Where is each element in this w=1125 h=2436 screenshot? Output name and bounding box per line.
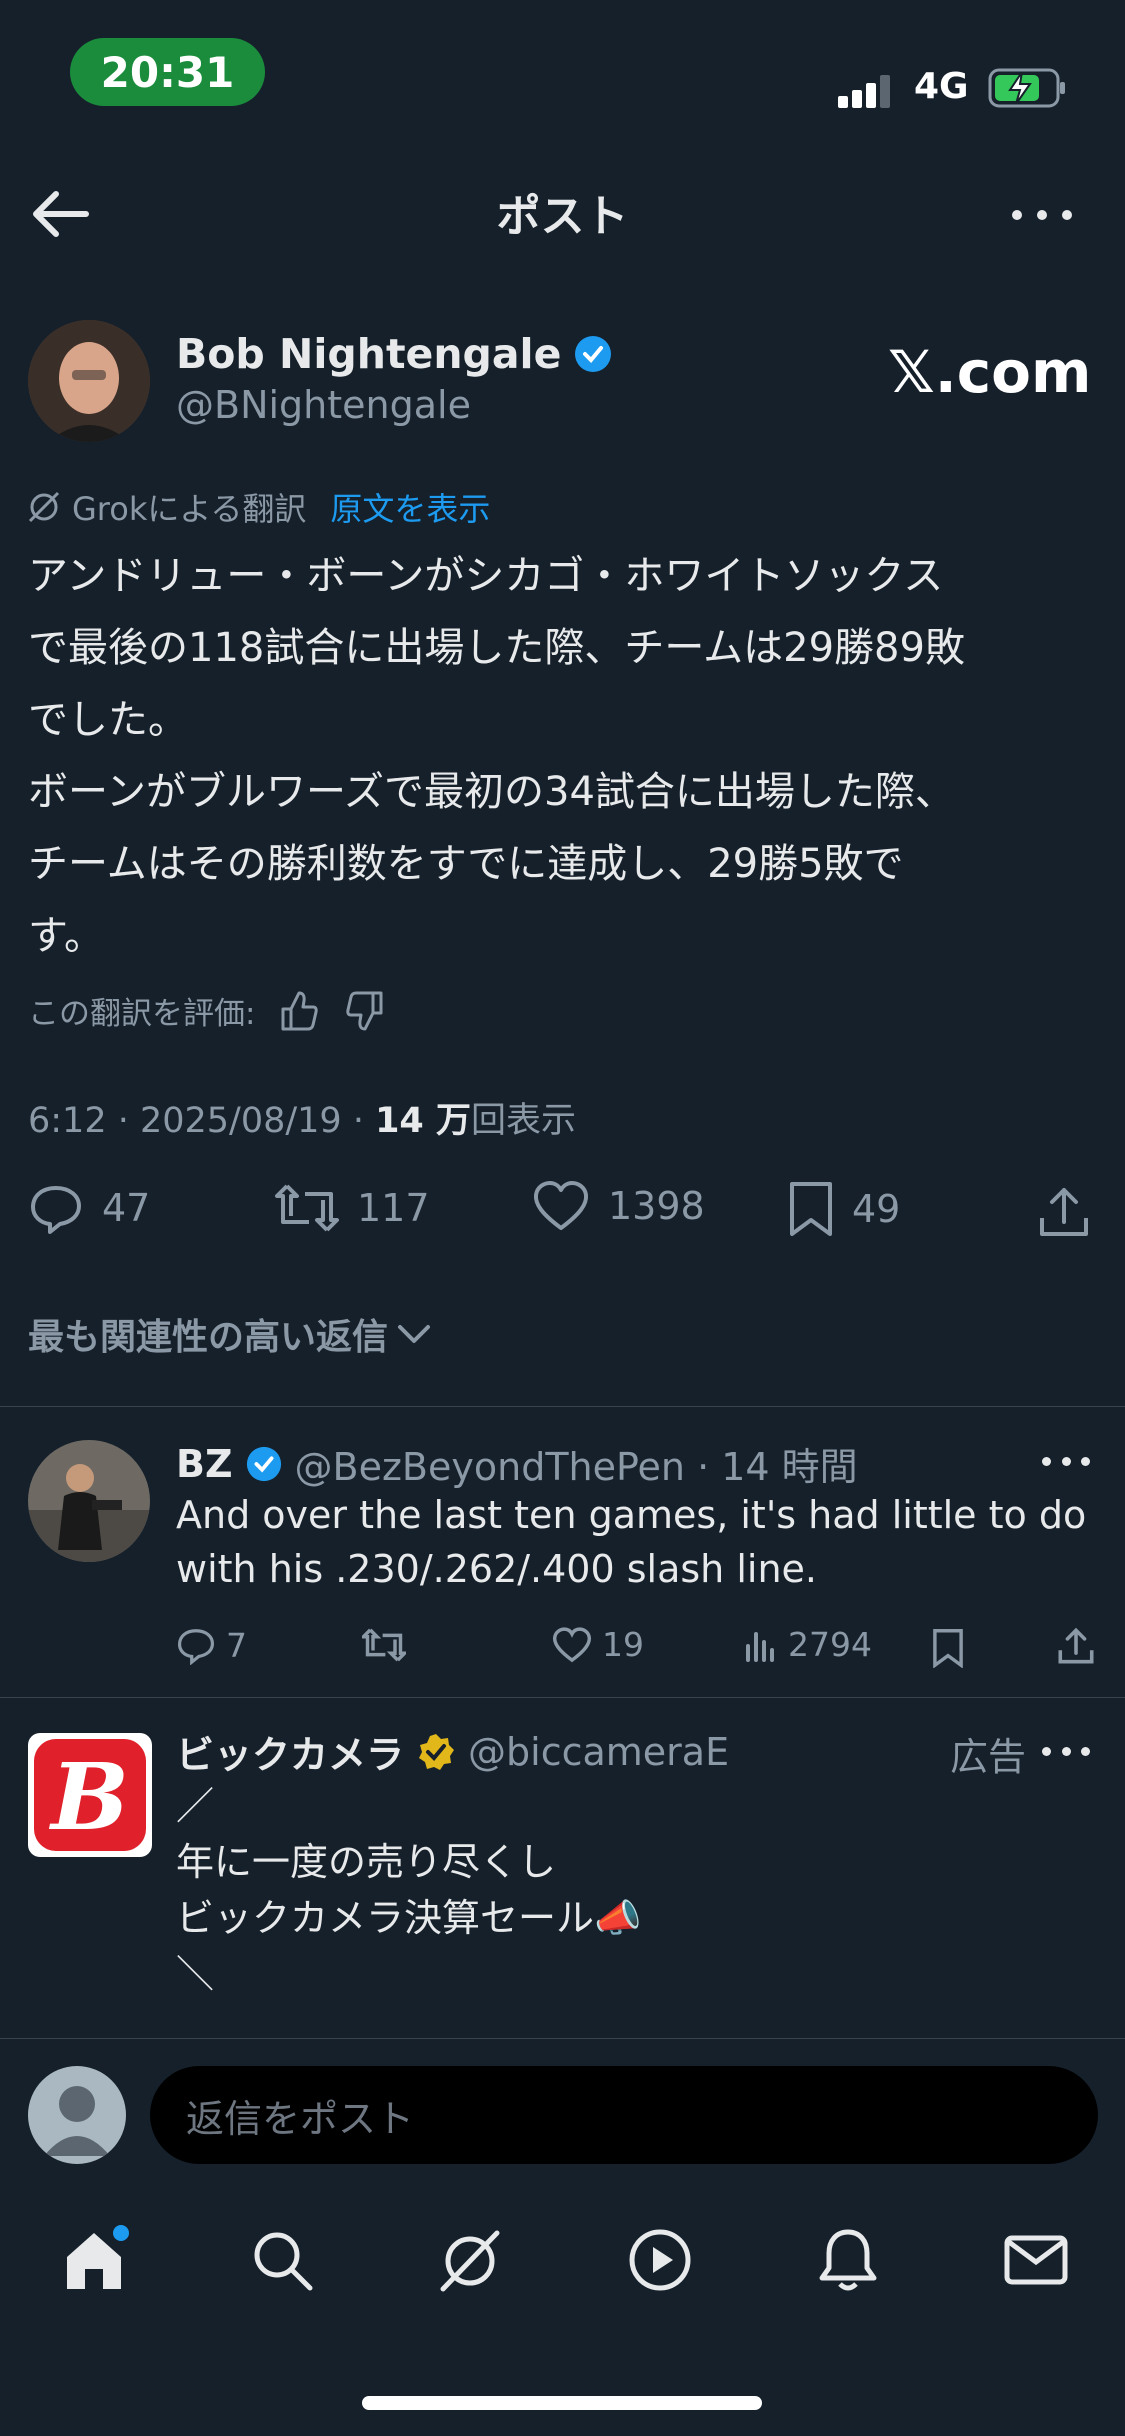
page-title: ポスト (496, 191, 629, 242)
ad-more-icon[interactable] (1042, 1736, 1090, 1766)
network-label: 4G (914, 66, 969, 107)
views-label: 回表示 (470, 1101, 576, 1141)
post-meta: 6:12 · 2025/08/19 · 14 万回表示 (28, 1092, 576, 1143)
bookmark-count: 49 (852, 1187, 901, 1231)
reply-more-icon[interactable] (1042, 1446, 1090, 1476)
reply-author-name[interactable]: BZ (176, 1442, 233, 1486)
like-button[interactable]: 1398 (532, 1180, 705, 1232)
repost-count: 117 (357, 1186, 430, 1230)
xcom-watermark: 𝕏.com (888, 338, 1092, 406)
divider (0, 1406, 1125, 1407)
translation-row: Grokによる翻訳 原文を表示 (26, 484, 490, 530)
reply-views-button[interactable]: 2794 (744, 1625, 872, 1664)
view-count: 14 万 (375, 1101, 471, 1141)
reply-repost-button[interactable] (362, 1625, 406, 1665)
home-indicator (362, 2396, 762, 2410)
ad-header: ビックカメラ @biccameraE (176, 1724, 729, 1779)
rate-label: この翻訳を評価: (28, 996, 256, 1032)
ad-author-handle[interactable]: @biccameraE (468, 1730, 729, 1774)
bookmark-button[interactable]: 49 (788, 1180, 900, 1238)
battery-icon (988, 66, 1068, 110)
reply-bookmark-icon[interactable] (932, 1628, 964, 1668)
translation-label: Grokによる翻訳 (72, 490, 307, 528)
grok-tab-icon[interactable] (430, 2220, 510, 2300)
more-icon[interactable] (1012, 200, 1072, 230)
ad-avatar[interactable]: B (28, 1733, 152, 1857)
views-icon (744, 1628, 778, 1662)
bookmark-icon (788, 1180, 834, 1238)
bell-icon[interactable] (808, 2220, 888, 2300)
status-time: 20:31 (70, 38, 265, 106)
reply-like-count: 19 (602, 1625, 644, 1664)
like-icon (532, 1180, 590, 1232)
author-name[interactable]: Bob Nightengale (176, 330, 561, 378)
author-name-row[interactable]: Bob Nightengale (176, 330, 613, 378)
ad-text: ／ 年に一度の売り尽くし ビックカメラ決算セール📣 ＼ (176, 1784, 642, 1996)
reply-view-count: 2794 (788, 1625, 872, 1664)
repost-button[interactable]: 117 (275, 1180, 430, 1236)
reply-header: BZ @BezBeyondThePen · 14 時間 (176, 1436, 858, 1491)
divider (0, 1697, 1125, 1698)
verified-gold-icon (416, 1732, 456, 1772)
timestamp[interactable]: 6:12 · 2025/08/19 · (28, 1101, 375, 1141)
verified-icon (573, 334, 613, 374)
reply-author-handle[interactable]: @BezBeyondThePen · 14 時間 (295, 1436, 858, 1491)
like-icon (552, 1626, 592, 1663)
chevron-down-icon (396, 1319, 432, 1349)
repost-icon (362, 1625, 406, 1665)
thumbs-down-icon[interactable] (343, 989, 387, 1033)
signal-icon (838, 72, 902, 110)
reply-reply-count: 7 (226, 1625, 247, 1665)
grok-icon (26, 489, 62, 525)
reply-share-icon[interactable] (1056, 1626, 1096, 1666)
reply-reply-button[interactable]: 7 (176, 1625, 247, 1665)
reply-count: 47 (102, 1186, 151, 1230)
reply-input[interactable]: 返信をポスト (150, 2066, 1098, 2164)
user-avatar[interactable] (28, 2066, 126, 2164)
repost-icon (275, 1180, 339, 1236)
like-count: 1398 (608, 1184, 705, 1228)
mail-icon[interactable] (996, 2220, 1076, 2300)
reply-avatar[interactable] (28, 1440, 150, 1562)
verified-icon (245, 1445, 283, 1483)
post-text: アンドリュー・ボーンがシカゴ・ホワイトソックス で最後の118試合に出場した際、… (28, 553, 965, 959)
home-icon[interactable] (54, 2220, 134, 2300)
reply-icon (176, 1625, 216, 1665)
svg-text:B: B (48, 1743, 129, 1851)
author-avatar[interactable] (28, 320, 150, 442)
thumbs-up-icon[interactable] (277, 989, 321, 1033)
reply-icon (28, 1180, 84, 1236)
rate-translation-row: この翻訳を評価: (28, 988, 387, 1033)
ad-label: 広告 (950, 1735, 1027, 1779)
video-icon[interactable] (620, 2220, 700, 2300)
search-icon[interactable] (242, 2220, 322, 2300)
reply-like-button[interactable]: 19 (552, 1625, 644, 1664)
ad-author-name[interactable]: ビックカメラ (176, 1724, 404, 1779)
sort-label: 最も関連性の高い返信 (28, 1317, 389, 1358)
reply-button[interactable]: 47 (28, 1180, 150, 1236)
divider (0, 2038, 1125, 2039)
reply-text: And over the last ten games, it's had li… (176, 1493, 1087, 1591)
show-original-link[interactable]: 原文を表示 (330, 484, 490, 530)
author-handle[interactable]: @BNightengale (176, 383, 471, 427)
share-icon[interactable] (1036, 1184, 1092, 1240)
reply-sort-dropdown[interactable]: 最も関連性の高い返信 (28, 1308, 432, 1360)
